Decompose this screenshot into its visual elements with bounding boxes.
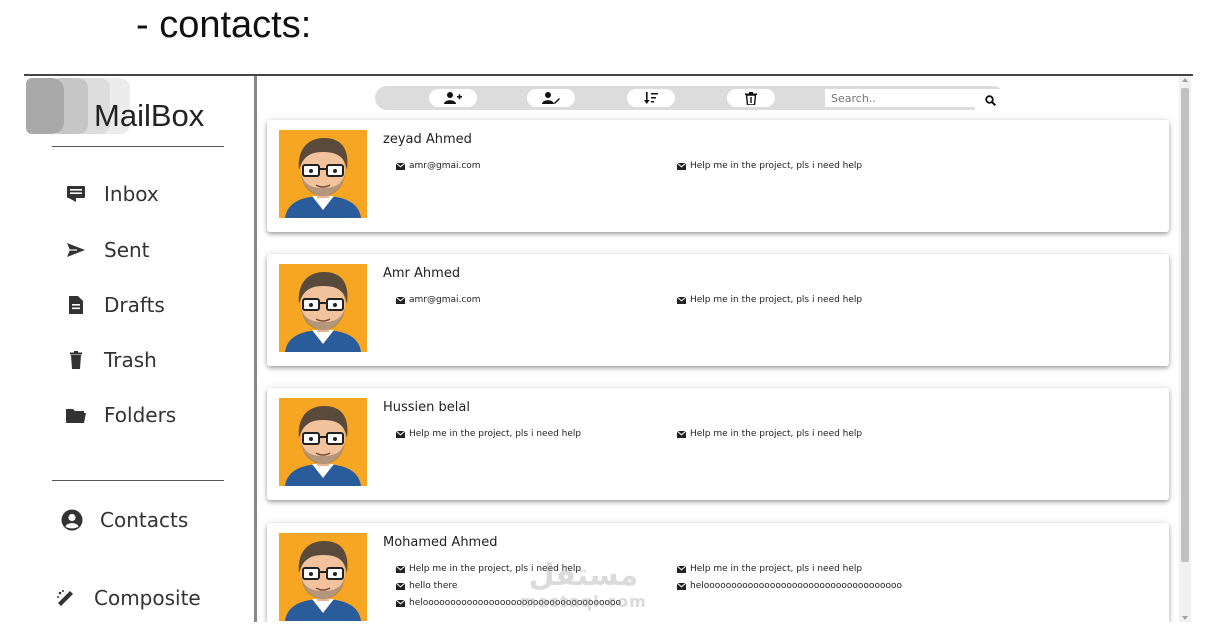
contact-detail: Help me in the project, pls i need help (677, 429, 862, 439)
contact-detail: Help me in the project, pls i need help (396, 429, 581, 439)
envelope-icon (396, 430, 405, 438)
envelope-icon (396, 565, 405, 573)
contact-detail-text: Help me in the project, pls i need help (409, 429, 582, 439)
envelope-icon (396, 599, 405, 607)
sidebar-divider (52, 480, 224, 481)
sidebar-divider (52, 146, 224, 147)
contact-detail-text: Help me in the project, pls i need help (690, 429, 863, 439)
watermark-arabic: مستقل (528, 558, 639, 593)
user-circle-icon (60, 508, 84, 532)
scrollbar[interactable] (1179, 76, 1191, 622)
envelope-icon (677, 296, 686, 304)
avatar (279, 130, 367, 218)
compose-icon (54, 586, 78, 610)
watermark: مستقل mostaql.com (520, 558, 647, 612)
contact-card[interactable]: Hussien belal Help me in the project, pls… (267, 388, 1169, 500)
contact-detail-text: amr@gmai.com (409, 295, 481, 305)
sidebar-item-composite[interactable]: Composite (54, 586, 201, 610)
folder-icon (64, 403, 88, 427)
trash-icon (64, 348, 88, 372)
sidebar-item-label: Contacts (100, 508, 189, 532)
contact-detail-text: Help me in the project, pls i need help (690, 564, 863, 574)
contact-name: Hussien belal (383, 400, 470, 415)
sidebar-item-sent[interactable]: Sent (64, 238, 150, 262)
sidebar-item-trash[interactable]: Trash (64, 348, 157, 372)
drafts-icon (64, 293, 88, 317)
scroll-up-arrow[interactable] (1182, 78, 1188, 82)
sidebar: MailBox Inbox Sent Drafts Trash Folders Conta… (24, 76, 254, 622)
contact-detail: hello there (396, 581, 457, 591)
contact-card[interactable]: zeyad Ahmed amr@gmai.com Help me in the pr… (267, 120, 1169, 232)
sidebar-item-label: Composite (94, 586, 201, 610)
mailbox-app: MailBox Inbox Sent Drafts Trash Folders Conta… (24, 74, 1193, 622)
sort-icon (644, 92, 658, 104)
edit-contact-button[interactable] (527, 89, 575, 107)
add-contact-icon (444, 92, 462, 104)
sidebar-item-label: Trash (104, 348, 157, 372)
search-input[interactable] (825, 89, 975, 107)
watermark-latin: mostaql.com (520, 592, 647, 611)
app-logo-text: MailBox (94, 98, 205, 133)
contact-card[interactable]: Amr Ahmed amr@gmai.com Help me in the proj… (267, 254, 1169, 366)
inbox-icon (64, 182, 88, 206)
sidebar-item-folders[interactable]: Folders (64, 403, 176, 427)
envelope-icon (677, 430, 686, 438)
delete-icon (745, 91, 757, 105)
sidebar-item-label: Sent (104, 238, 150, 262)
contact-name: Mohamed Ahmed (383, 535, 498, 550)
contact-detail: amr@gmai.com (396, 295, 481, 305)
slide-title: - contacts: (136, 4, 312, 46)
avatar (279, 398, 367, 486)
sidebar-item-contacts[interactable]: Contacts (60, 508, 188, 532)
envelope-icon (396, 162, 405, 170)
contact-detail-text: amr@gmai.com (409, 161, 481, 171)
avatar (279, 264, 367, 352)
contact-name: zeyad Ahmed (383, 132, 472, 147)
contact-detail: heloooooooooooooooooooooooooooooooooooo (677, 581, 902, 591)
contacts-toolbar (375, 86, 1005, 111)
edit-contact-icon (542, 92, 560, 104)
avatar (279, 533, 367, 621)
contact-detail: Help me in the project, pls i need help (677, 161, 862, 171)
delete-button[interactable] (727, 89, 775, 107)
add-contact-button[interactable] (429, 89, 477, 107)
contact-card[interactable]: Mohamed Ahmed Help me in the project, pls… (267, 523, 1169, 622)
scroll-thumb[interactable] (1181, 88, 1189, 562)
envelope-icon (677, 162, 686, 170)
contact-detail-text: Help me in the project, pls i need help (690, 161, 863, 171)
search-icon (984, 94, 996, 106)
sidebar-item-drafts[interactable]: Drafts (64, 293, 165, 317)
scroll-down-arrow[interactable] (1182, 616, 1188, 620)
contact-detail-text: heloooooooooooooooooooooooooooooooooooo (690, 581, 902, 591)
envelope-icon (396, 296, 405, 304)
envelope-icon (677, 582, 686, 590)
send-icon (64, 238, 88, 262)
sidebar-item-label: Folders (104, 403, 177, 427)
envelope-icon (677, 565, 686, 573)
contact-detail-text: Help me in the project, pls i need help (690, 295, 863, 305)
sidebar-border (254, 76, 257, 622)
sidebar-item-label: Inbox (104, 182, 159, 206)
search-button[interactable] (975, 89, 1005, 111)
contact-detail: Help me in the project, pls i need help (677, 564, 862, 574)
sort-button[interactable] (627, 89, 675, 107)
sidebar-item-label: Drafts (104, 293, 165, 317)
sidebar-item-inbox[interactable]: Inbox (64, 182, 159, 206)
contact-detail: amr@gmai.com (396, 161, 481, 171)
contact-detail: Help me in the project, pls i need help (677, 295, 862, 305)
contact-name: Amr Ahmed (383, 266, 461, 281)
envelope-icon (396, 582, 405, 590)
contact-detail-text: hello there (409, 581, 458, 591)
